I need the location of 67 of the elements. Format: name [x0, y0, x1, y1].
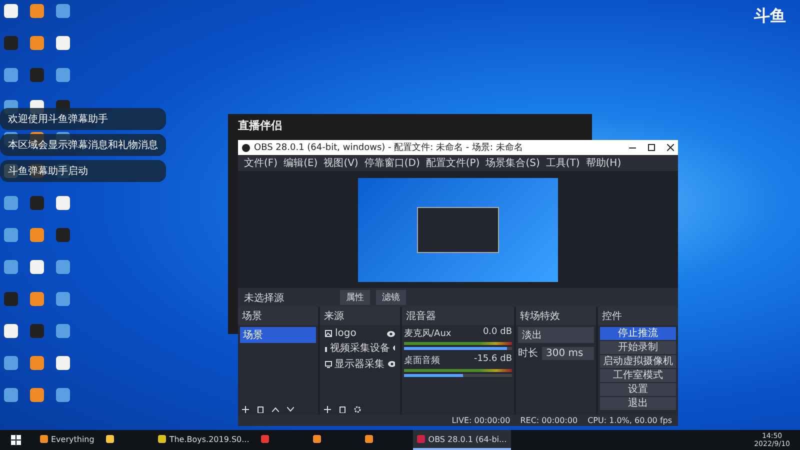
control-button[interactable]: 工作室模式 — [600, 369, 676, 382]
toolbar-button[interactable]: 滤镜 — [376, 290, 406, 305]
trash-icon[interactable] — [257, 406, 264, 413]
taskbar-item[interactable]: OBS 28.0.1 (64-bi... — [413, 430, 511, 450]
menu-item[interactable]: 文件(F) — [244, 156, 278, 170]
app-icon — [242, 144, 250, 152]
transition-dropdown[interactable]: 淡出 — [518, 327, 594, 343]
toolbar-button[interactable]: 属性 — [340, 290, 370, 305]
dock-title: 转场特效 — [516, 307, 596, 325]
source-item[interactable]: logo — [335, 328, 356, 339]
control-button[interactable]: 退出 — [600, 397, 676, 410]
menu-item[interactable]: 视图(V) — [324, 156, 358, 170]
status-text: REC: 00:00:00 — [520, 416, 578, 425]
desktop-icon[interactable] — [56, 196, 70, 210]
taskbar-item[interactable]: The.Boys.2019.S0... — [154, 430, 254, 450]
source-item[interactable]: 显示器采集 — [334, 357, 385, 371]
menu-item[interactable]: 停靠窗口(D) — [364, 156, 420, 170]
menu-item[interactable]: 场景集合(S) — [486, 156, 540, 170]
duration-field[interactable]: 300 ms — [542, 346, 594, 360]
trash-icon[interactable] — [339, 406, 346, 413]
dock-title: 控件 — [598, 307, 678, 325]
close-icon[interactable] — [667, 144, 674, 151]
notification-toast: 本区域会显示弹幕消息和礼物消息 — [0, 134, 166, 156]
dock-title: 场景 — [238, 307, 318, 325]
brand-logo: 斗鱼 — [754, 6, 786, 27]
dock-title: 来源 — [320, 307, 400, 325]
taskbar-label: Everything — [51, 434, 94, 444]
add-icon[interactable] — [324, 406, 331, 413]
maximize-icon[interactable] — [648, 144, 655, 151]
window-title: 直播伴侣 — [237, 118, 283, 134]
menu-item[interactable]: 工具(T) — [546, 156, 580, 170]
control-button[interactable]: 开始录制 — [600, 341, 676, 354]
window-title: OBS 28.0.1 (64-bit, windows) - 配置文件: 未命名 - 场景: 未命名 — [254, 142, 523, 154]
control-button[interactable]: 设置 — [600, 383, 676, 396]
status-text: LIVE: 00:00:00 — [452, 416, 510, 425]
source-item[interactable]: 视频采集设备 — [330, 341, 390, 355]
control-button[interactable]: 启动虚拟摄像机 — [600, 355, 676, 368]
scene-item[interactable]: 场景 — [240, 327, 316, 343]
notification-toast: 欢迎使用斗鱼弹幕助手 — [0, 108, 166, 130]
desktop-icon[interactable] — [4, 4, 18, 18]
channel-reading: -15.6 dB — [474, 354, 512, 366]
duration-label: 时长 — [518, 346, 538, 360]
channel-name: 桌面音频 — [404, 354, 440, 367]
control-button[interactable]: 停止推流 — [600, 327, 676, 340]
channel-reading: 0.0 dB — [482, 327, 512, 339]
taskbar-label: OBS 28.0.1 (64-bi... — [428, 434, 507, 444]
settings-icon[interactable] — [354, 406, 361, 413]
down-icon[interactable] — [287, 407, 294, 412]
menu-item[interactable]: 配置文件(P) — [426, 156, 480, 170]
taskbar-label: The.Boys.2019.S0... — [169, 434, 250, 444]
notification-toast: 斗鱼弹幕助手启动 — [0, 160, 166, 182]
add-icon[interactable] — [242, 406, 249, 413]
taskbar-item[interactable]: Everything — [36, 430, 98, 450]
menu-item[interactable]: 帮助(H) — [586, 156, 622, 170]
dock-title: 混音器 — [402, 307, 514, 325]
desktop-icon[interactable] — [30, 260, 44, 274]
up-icon[interactable] — [272, 407, 279, 412]
channel-name: 麦克风/Aux — [404, 328, 452, 340]
image-icon — [325, 330, 332, 337]
menu-item[interactable]: 编辑(E) — [284, 156, 318, 170]
status-text: CPU: 1.0%, 60.00 fps — [588, 416, 672, 425]
source-label: 未选择源 — [244, 292, 285, 304]
desktop-icon[interactable] — [4, 324, 18, 338]
monitor-icon — [325, 360, 332, 368]
desktop-icon[interactable] — [56, 356, 70, 370]
volume-slider[interactable] — [404, 374, 512, 377]
desktop-icon[interactable] — [56, 36, 70, 50]
